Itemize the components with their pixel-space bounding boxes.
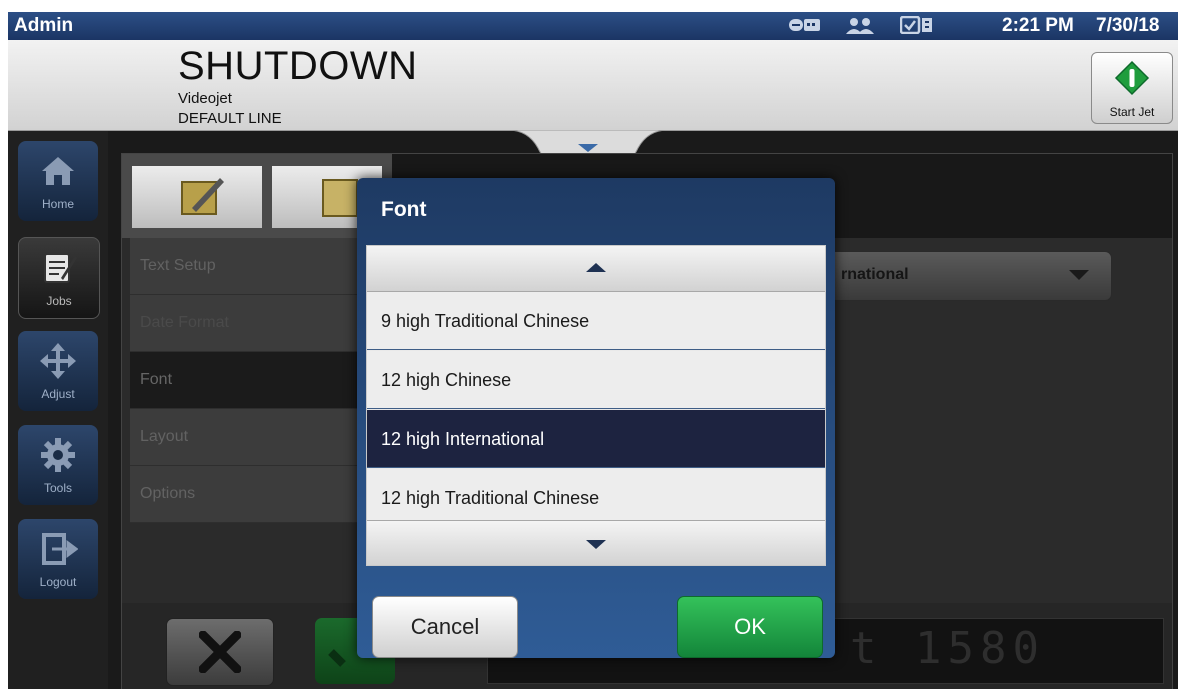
menu-item-options[interactable]: Options bbox=[130, 466, 380, 523]
dialog-title: Font bbox=[381, 198, 427, 221]
line-name: DEFAULT LINE bbox=[178, 110, 282, 127]
home-icon bbox=[42, 157, 74, 185]
start-jet-icon bbox=[1114, 60, 1150, 96]
chevron-up-icon bbox=[586, 263, 606, 272]
printer-screen: Admin 2:21 PM 7/30/18 SHUTDOWN Videojet … bbox=[8, 12, 1178, 689]
ok-button[interactable]: OK bbox=[677, 596, 823, 658]
start-jet-label: Start Jet bbox=[1109, 105, 1155, 119]
discard-button[interactable] bbox=[166, 618, 274, 686]
menu-item-layout[interactable]: Layout bbox=[130, 409, 380, 466]
menu-item-text-setup[interactable]: Text Setup bbox=[130, 238, 380, 295]
logout-icon bbox=[42, 533, 78, 565]
status-bar: Admin 2:21 PM 7/30/18 bbox=[8, 12, 1178, 40]
font-option[interactable]: 12 high Traditional Chinese bbox=[367, 469, 825, 527]
font-option-selected[interactable]: 12 high International bbox=[367, 410, 825, 468]
printer-name: Videojet bbox=[178, 90, 232, 107]
status-icons bbox=[788, 16, 934, 34]
font-dropdown-value: rnational bbox=[841, 266, 909, 283]
scroll-down-button[interactable] bbox=[367, 520, 825, 565]
chevron-down-icon bbox=[586, 540, 606, 549]
sidebar-item-adjust[interactable]: Adjust bbox=[18, 331, 98, 411]
clock-time: 2:21 PM bbox=[1002, 15, 1074, 36]
move-icon bbox=[40, 343, 76, 379]
checklist-icon bbox=[900, 16, 932, 34]
jobs-icon bbox=[44, 253, 77, 283]
printer-state: SHUTDOWN bbox=[178, 44, 418, 88]
menu-item-font[interactable]: Font bbox=[130, 352, 380, 409]
network-icon bbox=[789, 19, 820, 31]
font-option[interactable]: 12 high Chinese bbox=[367, 351, 825, 409]
chevron-down-icon bbox=[1069, 270, 1089, 280]
users-icon bbox=[846, 18, 874, 34]
sidebar-item-logout[interactable]: Logout bbox=[18, 519, 98, 599]
sidebar-item-tools[interactable]: Tools bbox=[18, 425, 98, 505]
sidebar-item-label: Home bbox=[41, 197, 74, 211]
sidebar-item-home[interactable]: Home bbox=[18, 141, 98, 221]
sidebar-item-label: Logout bbox=[39, 575, 77, 589]
breadcrumb-edit-job[interactable] bbox=[132, 166, 262, 228]
font-list: 9 high Traditional Chinese 12 high Chine… bbox=[366, 245, 826, 566]
sidebar: Home Jobs Adjust Tools Logout bbox=[8, 131, 108, 689]
gear-icon bbox=[41, 438, 75, 472]
close-icon bbox=[199, 631, 241, 673]
sidebar-item-label: Adjust bbox=[41, 387, 75, 401]
font-option[interactable]: 9 high Traditional Chinese bbox=[367, 292, 825, 350]
edit-job-icon bbox=[181, 178, 224, 215]
sidebar-item-jobs[interactable]: Jobs bbox=[18, 237, 100, 319]
printer-header: SHUTDOWN Videojet DEFAULT LINE Start Jet bbox=[8, 40, 1178, 131]
user-name: Admin bbox=[14, 15, 74, 36]
font-dialog: Font 9 high Traditional Chinese 12 high … bbox=[357, 178, 835, 658]
start-jet-button[interactable]: Start Jet bbox=[1091, 52, 1173, 124]
preview-text: t 1580 bbox=[850, 623, 1045, 674]
font-dropdown[interactable]: rnational bbox=[828, 251, 1112, 301]
menu-item-date-format[interactable]: Date Format bbox=[130, 295, 380, 352]
clock-date: 7/30/18 bbox=[1096, 15, 1160, 36]
sidebar-item-label: Tools bbox=[43, 481, 72, 495]
cancel-button[interactable]: Cancel bbox=[372, 596, 518, 658]
sidebar-item-label: Jobs bbox=[46, 294, 72, 308]
scroll-up-button[interactable] bbox=[367, 246, 825, 292]
text-setup-menu: Text Setup Date Format Font Layout Optio… bbox=[130, 238, 380, 523]
